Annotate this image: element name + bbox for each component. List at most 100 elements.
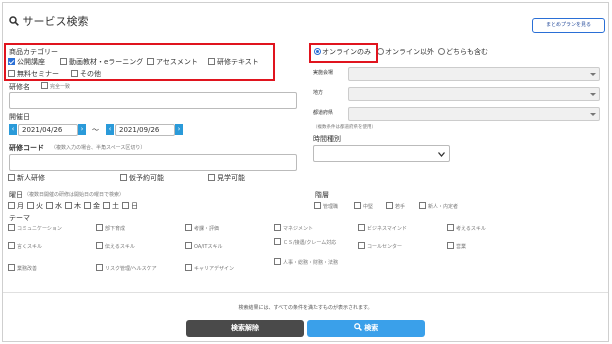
checkbox-icon[interactable] — [419, 202, 426, 209]
checkbox-icon[interactable] — [185, 224, 192, 231]
level-newcomer[interactable]: 新人・内定者 — [419, 202, 458, 211]
venue-select[interactable] — [348, 67, 600, 81]
checkbox-icon[interactable] — [185, 264, 192, 271]
checkbox-icon[interactable] — [122, 201, 129, 209]
training-code-input[interactable] — [9, 154, 297, 171]
clear-search-button[interactable]: 検索解除 — [186, 320, 304, 337]
region-label: 地方 — [313, 90, 324, 96]
prefecture-hint: （複数条件は都道府県を使用） — [313, 125, 376, 130]
level-label: 階層 — [315, 191, 329, 199]
chevron-down-icon — [590, 113, 596, 116]
training-name-input[interactable] — [9, 92, 297, 109]
scope-highlight-box — [309, 43, 378, 63]
theme-label: テーマ — [9, 214, 30, 222]
checkbox-icon[interactable] — [27, 201, 34, 209]
search-button[interactable]: 検索 — [307, 320, 425, 337]
theme-call-center[interactable]: コールセンター — [358, 242, 402, 251]
checkbox-icon[interactable] — [8, 264, 15, 271]
date-label: 開催日 — [9, 113, 30, 121]
checkbox-icon[interactable] — [314, 202, 321, 209]
radio-icon[interactable] — [377, 47, 384, 55]
theme-thinking-skill[interactable]: 考えるスキル — [447, 224, 486, 233]
level-manager[interactable]: 管理職 — [314, 202, 338, 211]
checkbox-icon[interactable] — [274, 238, 281, 245]
checkbox-icon[interactable] — [8, 224, 15, 231]
checkbox-icon[interactable] — [96, 224, 103, 231]
checkbox-icon[interactable] — [103, 201, 110, 209]
theme-speaking-skill[interactable]: 言くスキル — [8, 242, 42, 251]
level-mid[interactable]: 中堅 — [354, 202, 373, 211]
theme-hr-finance-legal[interactable]: 人事・総務・財務・法務 — [274, 258, 354, 267]
footer-note: 検索結果には、すべての条件を満たすものが表示されます。 — [238, 305, 373, 311]
date-from-next-button[interactable]: › — [78, 124, 86, 135]
theme-management[interactable]: マネジメント — [274, 224, 313, 233]
checkbox-icon[interactable] — [84, 201, 91, 209]
checkbox-icon[interactable] — [185, 242, 192, 249]
checkbox-icon[interactable] — [447, 242, 454, 249]
checkbox-icon[interactable] — [96, 242, 103, 249]
weekday-fri[interactable]: 金 — [84, 201, 100, 211]
radio-icon[interactable] — [438, 47, 445, 55]
checkbox-icon[interactable] — [8, 242, 15, 249]
theme-communication[interactable]: コミュニケーション — [8, 224, 62, 233]
checkbox-icon[interactable] — [274, 224, 281, 231]
new-training-option[interactable]: 新人研修 — [8, 173, 45, 183]
theme-career-design[interactable]: キャリアデザイン — [185, 264, 234, 273]
venue-label: 実施会場 — [313, 70, 334, 76]
theme-business-improvement[interactable]: 業務改善 — [8, 264, 37, 273]
checkbox-icon[interactable] — [274, 258, 281, 265]
theme-business-mind[interactable]: ビジネスマインド — [358, 224, 407, 233]
theme-presentation-skill[interactable]: 伝えるスキル — [96, 242, 135, 251]
prefecture-label: 都道府県 — [313, 110, 334, 116]
checkbox-icon[interactable] — [8, 173, 15, 181]
theme-sales[interactable]: 営業 — [447, 242, 466, 251]
weekday-mon[interactable]: 月 — [8, 201, 24, 211]
theme-evaluation[interactable]: 考課・評価 — [185, 224, 219, 233]
weekday-sun[interactable]: 日 — [122, 201, 138, 211]
scope-both[interactable]: どちらも含む — [438, 47, 488, 57]
weekday-hint: （複数日開催の研修は開始日の曜日で検索） — [24, 192, 125, 198]
search-icon — [353, 323, 362, 331]
date-from-prev-button[interactable]: ‹ — [9, 124, 17, 135]
date-to-next-button[interactable]: › — [175, 124, 183, 135]
theme-oa-it-skill[interactable]: OA/ITスキル — [185, 242, 222, 251]
theme-cs-claims[interactable]: ＣＳ/接遇/クレーム対応 — [274, 238, 352, 247]
date-to-prev-button[interactable]: ‹ — [106, 124, 114, 135]
checkbox-icon[interactable] — [354, 202, 361, 209]
date-to-input[interactable]: 2021/09/26 — [115, 124, 175, 136]
weekday-thu[interactable]: 木 — [65, 201, 81, 211]
checkbox-icon[interactable] — [96, 264, 103, 271]
checkbox-icon[interactable] — [208, 173, 215, 181]
checkbox-icon[interactable] — [358, 224, 365, 231]
checkbox-icon[interactable] — [447, 224, 454, 231]
weekday-tue[interactable]: 火 — [27, 201, 43, 211]
checkbox-icon[interactable] — [41, 82, 48, 89]
region-select[interactable] — [348, 87, 600, 101]
time-type-select[interactable] — [313, 145, 450, 162]
summary-plan-button[interactable]: まとめプランを見る — [532, 18, 605, 33]
checkbox-icon[interactable] — [8, 201, 15, 209]
level-young[interactable]: 若手 — [386, 202, 405, 211]
theme-subordinate-development[interactable]: 部下育成 — [96, 224, 125, 233]
theme-risk-management[interactable]: リスク管理/ヘルスケア — [96, 264, 157, 273]
search-icon — [9, 16, 19, 26]
exact-match-option[interactable]: 完全一致 — [41, 82, 70, 91]
checkbox-icon[interactable] — [120, 173, 127, 181]
reservable-option[interactable]: 仮予約可能 — [120, 173, 164, 183]
category-highlight-box — [4, 43, 275, 81]
date-from-input[interactable]: 2021/04/26 — [18, 124, 78, 136]
time-type-label: 時間種別 — [313, 135, 341, 143]
footer-divider — [3, 292, 608, 293]
weekday-wed[interactable]: 水 — [46, 201, 62, 211]
weekday-sat[interactable]: 土 — [103, 201, 119, 211]
prefecture-select[interactable] — [348, 107, 600, 121]
checkbox-icon[interactable] — [358, 242, 365, 249]
viewable-option[interactable]: 見学可能 — [208, 173, 245, 183]
checkbox-icon[interactable] — [46, 201, 53, 209]
chevron-down-icon — [590, 73, 596, 76]
date-separator: ～ — [92, 126, 99, 134]
checkbox-icon[interactable] — [386, 202, 393, 209]
checkbox-icon[interactable] — [65, 201, 72, 209]
scope-non-online[interactable]: オンライン以外 — [377, 47, 434, 57]
chevron-down-icon — [590, 93, 596, 96]
